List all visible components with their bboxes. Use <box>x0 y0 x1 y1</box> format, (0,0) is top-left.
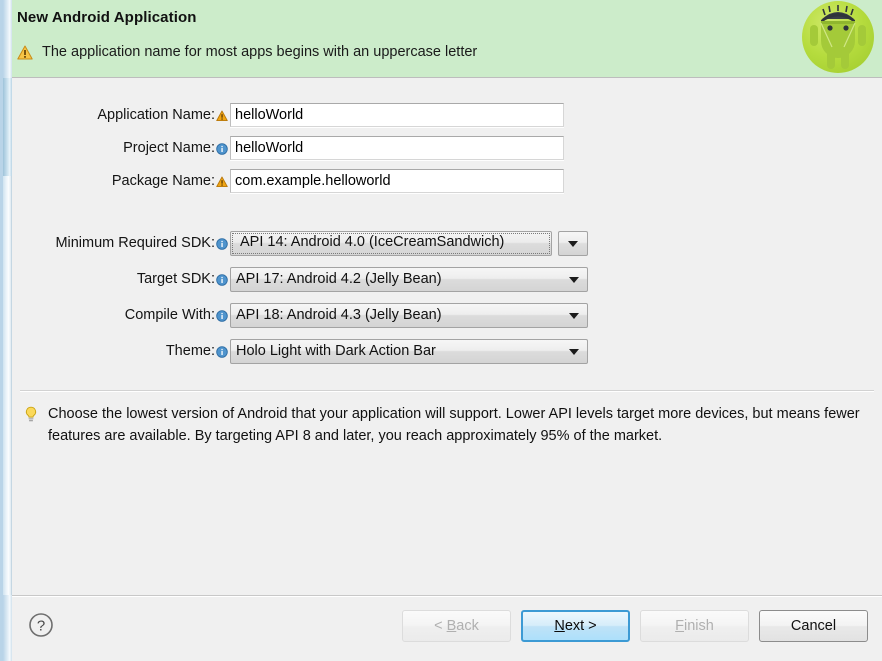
wizard-body: Application Name: Project Name: <box>12 78 882 595</box>
theme-value: Holo Light with Dark Action Bar <box>236 343 436 359</box>
cancel-button[interactable]: Cancel <box>759 610 868 642</box>
chevron-down-icon <box>569 349 579 355</box>
page-title: New Android Application <box>17 9 197 26</box>
lightbulb-icon <box>24 406 38 423</box>
label-theme: Theme: <box>165 343 215 359</box>
label-compile-with: Compile With: <box>124 307 215 323</box>
warning-triangle-icon <box>17 45 33 60</box>
label-package-name: Package Name: <box>111 173 215 189</box>
info-icon <box>216 143 228 155</box>
finish-button[interactable]: Finish <box>640 610 749 642</box>
back-button[interactable]: < Back <box>402 610 511 642</box>
hint-box: Choose the lowest version of Android tha… <box>24 404 870 447</box>
help-question-icon[interactable]: ? <box>28 612 54 638</box>
minimum-required-sdk-dropdown-button[interactable] <box>558 230 588 256</box>
next-button[interactable]: Next > <box>521 610 630 642</box>
back-button-label: < Back <box>434 618 479 634</box>
compile-with-combo[interactable]: API 18: Android 4.3 (Jelly Bean) <box>230 302 588 328</box>
label-target-sdk: Target SDK: <box>136 271 215 287</box>
hint-separator <box>20 390 874 392</box>
row-package-name: Package Name: <box>12 168 564 194</box>
left-edge-scrollbar[interactable] <box>0 0 12 661</box>
compile-with-value: API 18: Android 4.3 (Jelly Bean) <box>236 307 442 323</box>
minimum-required-sdk-combo[interactable]: API 14: Android 4.0 (IceCreamSandwich) <box>230 230 588 256</box>
new-android-application-wizard: New Android Application The application … <box>0 0 882 661</box>
target-sdk-value: API 17: Android 4.2 (Jelly Bean) <box>236 271 442 287</box>
row-compile-with: Compile With: API 18: Android 4.3 (Jelly… <box>12 302 588 328</box>
svg-text:?: ? <box>37 617 45 634</box>
label-minimum-required-sdk: Minimum Required SDK: <box>55 235 215 251</box>
hint-text: Choose the lowest version of Android tha… <box>48 406 860 444</box>
finish-button-label: Finish <box>675 618 714 634</box>
row-project-name: Project Name: <box>12 135 564 161</box>
warning-icon <box>216 110 228 122</box>
row-theme: Theme: Holo Light with Dark Action Bar <box>12 338 588 364</box>
header-warning-message: The application name for most apps begin… <box>42 44 478 60</box>
package-name-input[interactable] <box>230 169 564 193</box>
scrollbar-top-cap <box>3 0 12 78</box>
label-project-name: Project Name: <box>123 140 215 156</box>
theme-combo[interactable]: Holo Light with Dark Action Bar <box>230 338 588 364</box>
row-minimum-required-sdk: Minimum Required SDK: API 14: Android 4.… <box>12 230 588 256</box>
chevron-down-icon <box>569 277 579 283</box>
info-icon <box>216 346 228 358</box>
application-name-input[interactable] <box>230 103 564 127</box>
target-sdk-combo[interactable]: API 17: Android 4.2 (Jelly Bean) <box>230 266 588 292</box>
chevron-down-icon <box>568 241 578 247</box>
project-name-input[interactable] <box>230 136 564 160</box>
android-robot-icon <box>802 1 874 73</box>
row-application-name: Application Name: <box>12 102 564 128</box>
chevron-down-icon <box>569 313 579 319</box>
scrollbar-thumb[interactable] <box>3 78 12 176</box>
next-button-label: Next > <box>554 618 597 634</box>
label-application-name: Application Name: <box>97 107 215 123</box>
footer-button-bar: < Back Next > Finish Cancel <box>402 610 868 642</box>
wizard-header: New Android Application The application … <box>12 0 882 78</box>
minimum-required-sdk-value: API 14: Android 4.0 (IceCreamSandwich) <box>240 233 505 250</box>
wizard-footer: ? < Back Next > Finish Cancel <box>12 595 882 661</box>
header-message-row: The application name for most apps begin… <box>17 44 477 60</box>
info-icon <box>216 238 228 250</box>
cancel-button-label: Cancel <box>790 618 837 634</box>
info-icon <box>216 274 228 286</box>
row-target-sdk: Target SDK: API 17: Android 4.2 (Jelly B… <box>12 266 588 292</box>
scrollbar-bottom-cap <box>3 595 12 661</box>
warning-icon <box>216 176 228 188</box>
footer-highlight-line <box>12 596 882 597</box>
info-icon <box>216 310 228 322</box>
